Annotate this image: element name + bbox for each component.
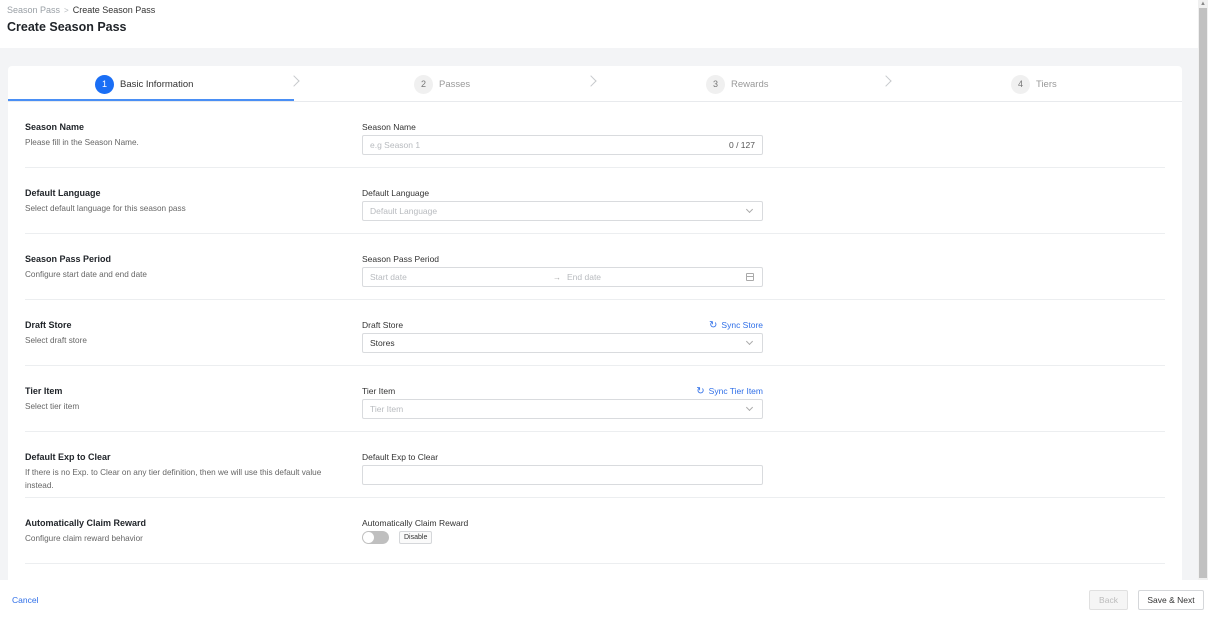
row-description: Select default language for this season … bbox=[25, 204, 186, 213]
season-pass-period-row: Season Pass Period Configure start date … bbox=[25, 234, 1165, 300]
season-name-input[interactable]: e.g Season 1 0 / 127 bbox=[362, 135, 763, 155]
step-label: Basic Information bbox=[120, 78, 194, 90]
step-number: 1 bbox=[95, 74, 114, 94]
breadcrumb: Season Pass > Create Season Pass bbox=[7, 5, 155, 15]
scrollbar-thumb[interactable] bbox=[1199, 8, 1207, 578]
row-title: Default Language bbox=[25, 188, 101, 198]
step-rewards[interactable]: 3 Rewards bbox=[706, 66, 769, 102]
chevron-down-icon bbox=[745, 403, 754, 412]
row-title: Draft Store bbox=[25, 320, 72, 330]
placeholder: Default Language bbox=[370, 206, 438, 216]
tier-item-select[interactable]: Tier Item bbox=[362, 399, 763, 419]
field-label: Default Language bbox=[362, 188, 430, 198]
page-header: Season Pass > Create Season Pass Create … bbox=[0, 0, 1198, 48]
start-date-input[interactable]: Start date bbox=[370, 272, 407, 282]
step-basic-information[interactable]: 1 Basic Information bbox=[95, 66, 193, 102]
toggle-status-badge: Disable bbox=[399, 531, 433, 544]
field-label: Tier Item bbox=[362, 386, 396, 396]
step-passes[interactable]: 2 Passes bbox=[414, 66, 470, 102]
default-exp-input[interactable] bbox=[362, 465, 763, 485]
sync-label: Sync Store bbox=[721, 320, 763, 330]
row-title: Season Pass Period bbox=[25, 254, 112, 264]
back-button[interactable]: Back bbox=[1089, 590, 1128, 610]
scrollbar[interactable]: ▲ bbox=[1198, 0, 1208, 580]
auto-claim-control: Disable bbox=[362, 531, 433, 544]
form-card: 1 Basic Information 2 Passes 3 Rewards 4… bbox=[8, 66, 1182, 580]
sync-label: Sync Tier Item bbox=[708, 386, 763, 396]
date-range-picker[interactable]: Start date → End date bbox=[362, 267, 763, 287]
row-title: Default Exp to Clear bbox=[25, 452, 111, 462]
tier-item-row: Tier Item Select tier item Tier Item ↻ S… bbox=[25, 366, 1165, 432]
refresh-icon: ↻ bbox=[696, 385, 705, 397]
default-language-select[interactable]: Default Language bbox=[362, 201, 763, 221]
draft-store-row: Draft Store Select draft store Draft Sto… bbox=[25, 300, 1165, 366]
stepper: 1 Basic Information 2 Passes 3 Rewards 4… bbox=[8, 66, 1182, 102]
breadcrumb-parent[interactable]: Season Pass bbox=[7, 5, 60, 15]
field-label: Automatically Claim Reward bbox=[362, 518, 469, 528]
field-label: Default Exp to Clear bbox=[362, 452, 439, 462]
step-number: 3 bbox=[706, 74, 725, 94]
breadcrumb-separator: > bbox=[64, 5, 69, 15]
footer: Cancel Back Save & Next bbox=[0, 580, 1208, 617]
step-number: 2 bbox=[414, 74, 433, 94]
step-label: Passes bbox=[439, 78, 471, 90]
row-description: Configure start date and end date bbox=[25, 270, 147, 279]
save-and-next-button[interactable]: Save & Next bbox=[1138, 590, 1204, 610]
basic-information-form: Season Name Please fill in the Season Na… bbox=[25, 102, 1165, 564]
end-date-input[interactable]: End date bbox=[567, 272, 601, 282]
row-description: Select tier item bbox=[25, 402, 80, 411]
default-exp-row: Default Exp to Clear If there is no Exp.… bbox=[25, 432, 1165, 498]
step-number: 4 bbox=[1011, 74, 1030, 94]
auto-claim-row: Automatically Claim Reward Configure cla… bbox=[25, 498, 1165, 564]
row-title: Tier Item bbox=[25, 386, 63, 396]
cancel-button[interactable]: Cancel bbox=[12, 595, 38, 605]
refresh-icon: ↻ bbox=[709, 319, 718, 331]
page-title: Create Season Pass bbox=[7, 20, 127, 34]
row-title: Automatically Claim Reward bbox=[25, 518, 147, 528]
draft-store-select[interactable]: Stores bbox=[362, 333, 763, 353]
scroll-up-icon[interactable]: ▲ bbox=[1198, 0, 1208, 8]
placeholder: e.g Season 1 bbox=[370, 140, 421, 150]
chevron-right-icon bbox=[880, 75, 892, 87]
arrow-right-icon: → bbox=[553, 272, 561, 282]
step-label: Tiers bbox=[1036, 78, 1057, 90]
field-label: Draft Store bbox=[362, 320, 404, 330]
auto-claim-toggle[interactable] bbox=[362, 531, 389, 544]
step-tiers[interactable]: 4 Tiers bbox=[1011, 66, 1057, 102]
sync-tier-item-button[interactable]: ↻ Sync Tier Item bbox=[696, 386, 763, 396]
row-title: Season Name bbox=[25, 122, 85, 132]
row-description: Select draft store bbox=[25, 336, 87, 345]
row-description: Configure claim reward behavior bbox=[25, 534, 143, 543]
active-step-indicator bbox=[8, 99, 294, 101]
calendar-icon bbox=[746, 273, 754, 281]
chevron-right-icon bbox=[585, 75, 597, 87]
toggle-knob bbox=[363, 532, 374, 543]
chevron-down-icon bbox=[745, 337, 754, 346]
row-description: If there is no Exp. to Clear on any tier… bbox=[25, 468, 322, 490]
row-description: Please fill in the Season Name. bbox=[25, 138, 139, 147]
field-label: Season Pass Period bbox=[362, 254, 440, 264]
placeholder: Tier Item bbox=[370, 404, 404, 414]
chevron-down-icon bbox=[745, 205, 754, 214]
breadcrumb-current: Create Season Pass bbox=[72, 5, 156, 15]
chevron-right-icon bbox=[288, 75, 300, 87]
default-language-row: Default Language Select default language… bbox=[25, 168, 1165, 234]
selected-value: Stores bbox=[370, 338, 395, 348]
step-label: Rewards bbox=[731, 78, 769, 90]
season-name-row: Season Name Please fill in the Season Na… bbox=[25, 102, 1165, 168]
character-counter: 0 / 127 bbox=[729, 140, 755, 150]
field-label: Season Name bbox=[362, 122, 416, 132]
sync-store-button[interactable]: ↻ Sync Store bbox=[709, 320, 763, 330]
